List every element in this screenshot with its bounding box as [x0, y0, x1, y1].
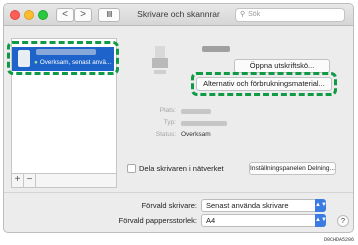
search-input[interactable]: ⚲ Sök [235, 8, 345, 22]
default-printer-value: Senast använda skrivare [206, 201, 289, 210]
callout-printer-list [7, 41, 119, 75]
select-arrows-icon: ▲▼ [315, 214, 327, 227]
printers-window: < > IIII Skrivare och skannrar ⚲ Sök ● Ove… [3, 3, 354, 233]
status-label: Status: [155, 131, 176, 138]
open-print-queue-button[interactable]: Öppna utskriftskö... [234, 59, 330, 73]
add-printer-button[interactable]: + [12, 174, 24, 187]
printer-title-redacted [202, 46, 230, 52]
select-arrows-icon: ▲▼ [315, 199, 327, 212]
share-printer-label: Dela skrivaren i nätverket [139, 164, 224, 173]
divider [4, 192, 353, 193]
location-value-redacted [181, 109, 211, 114]
status-value: Overksam [181, 131, 211, 138]
share-printer-checkbox[interactable] [127, 164, 136, 173]
default-printer-select[interactable]: Senast använda skrivare ▲▼ [201, 199, 327, 212]
help-button[interactable]: ? [337, 215, 349, 227]
default-printer-label: Förvald skrivare: [141, 201, 197, 210]
paper-size-value: A4 [206, 216, 216, 225]
search-icon: ⚲ [240, 11, 246, 18]
paper-size-select[interactable]: A4 ▲▼ [201, 214, 327, 227]
type-value-redacted [181, 121, 227, 126]
search-placeholder: Sök [248, 11, 261, 18]
printer-icon [152, 46, 168, 76]
type-label: Typ: [163, 119, 176, 126]
sharing-preferences-button[interactable]: Inställningspanelen Delning... [249, 162, 336, 175]
paper-size-label: Förvald pappersstorlek: [118, 216, 197, 225]
figure-code: D0CHDA5206 [323, 237, 354, 243]
list-buttons-bar: + − [11, 174, 117, 188]
remove-printer-button[interactable]: − [24, 174, 36, 187]
title-bar: < > IIII Skrivare och skannrar ⚲ Sök [4, 4, 353, 26]
location-label: Plats: [159, 107, 176, 114]
callout-options-button [191, 72, 337, 96]
